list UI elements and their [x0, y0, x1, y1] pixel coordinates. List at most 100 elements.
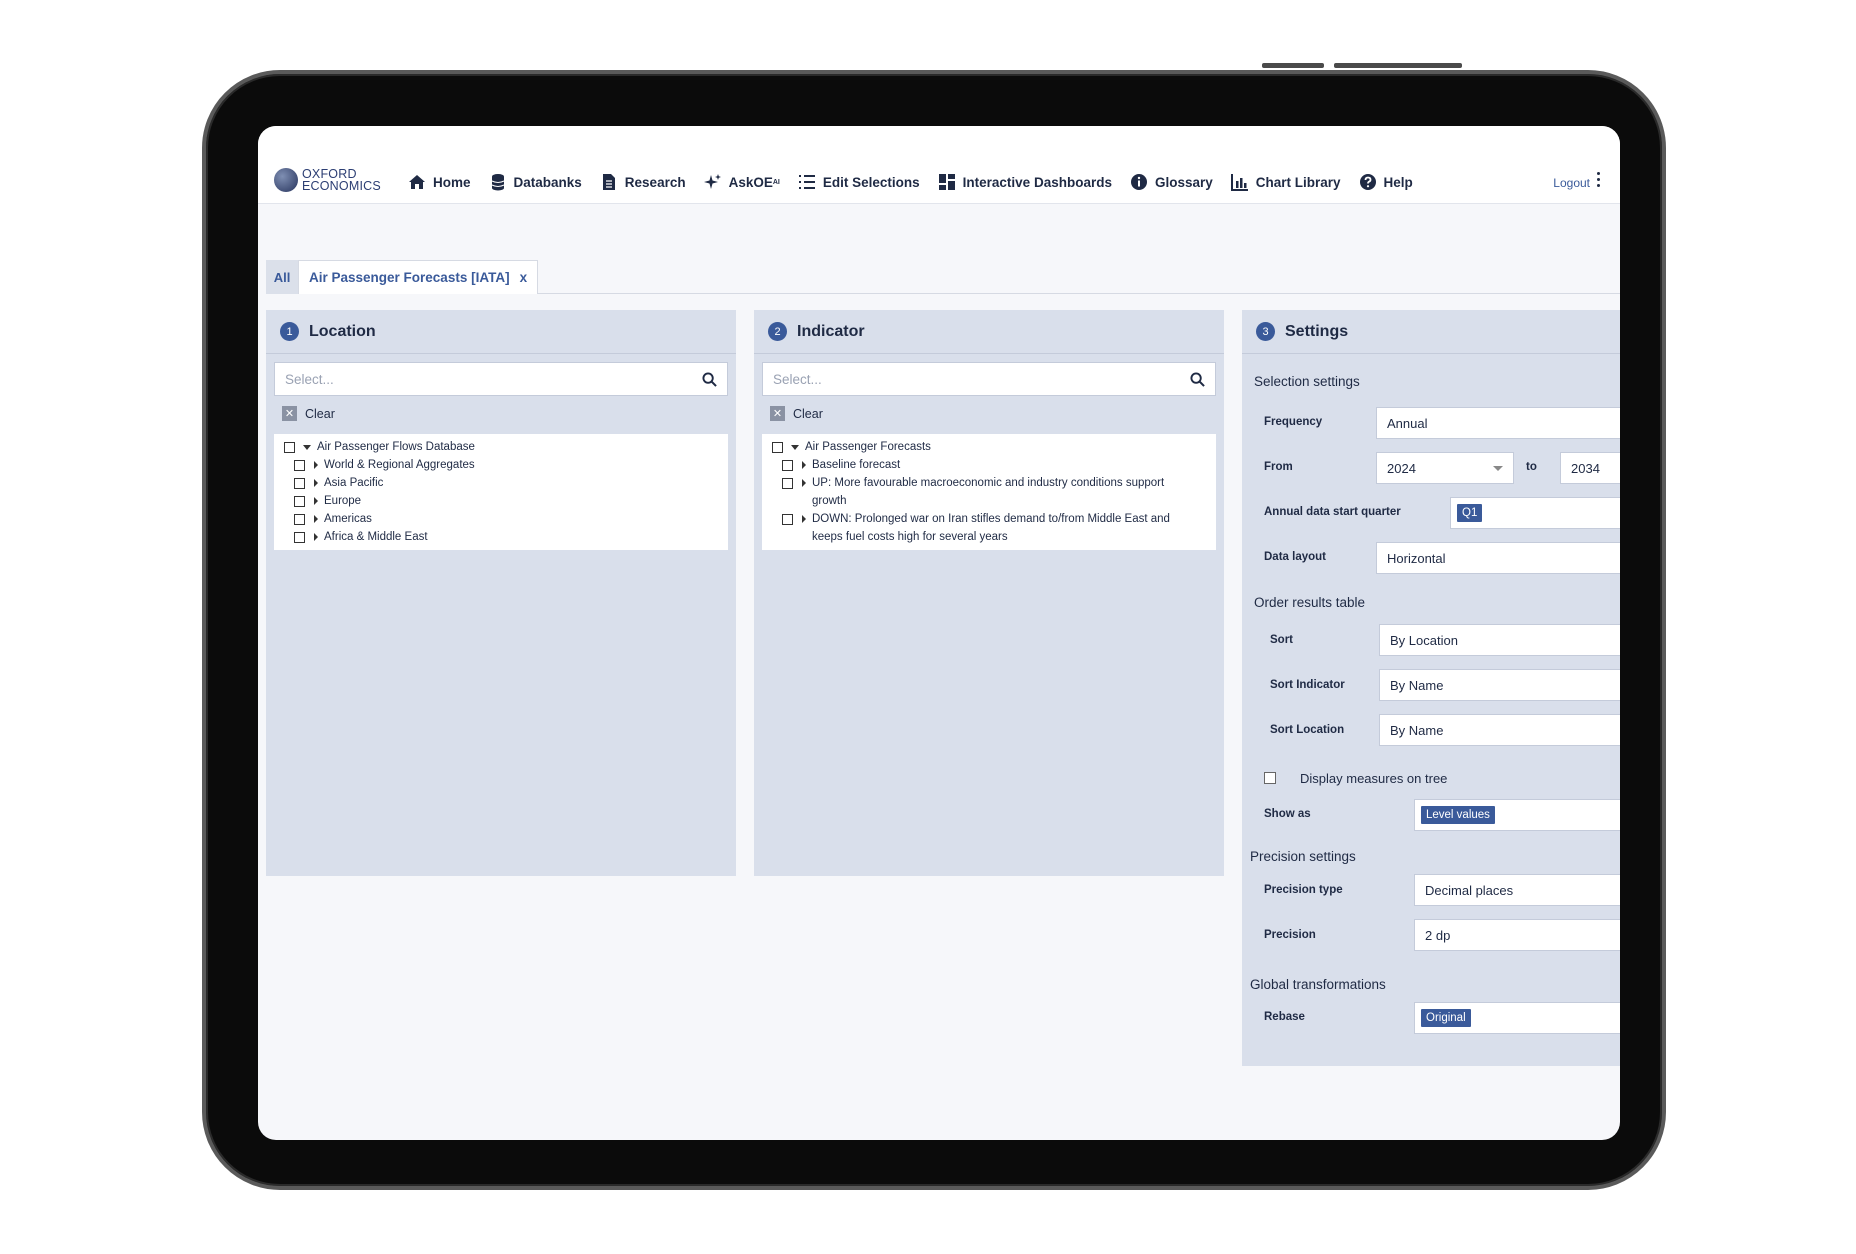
- precision-type-label: Precision type: [1264, 884, 1343, 896]
- show-as-select[interactable]: Level values: [1414, 799, 1620, 831]
- caret-down-icon[interactable]: [791, 445, 799, 450]
- nav-askoe[interactable]: AskOE AI: [703, 173, 780, 191]
- rebase-label: Rebase: [1264, 1011, 1305, 1023]
- data-layout-select[interactable]: Horizontal: [1376, 542, 1620, 574]
- tab-close-icon[interactable]: x: [520, 270, 528, 285]
- location-clear-button[interactable]: ✕ Clear: [282, 406, 335, 421]
- selection-settings-heading: Selection settings: [1254, 374, 1360, 389]
- location-panel-title: Location: [309, 322, 376, 340]
- indicator-search-placeholder: Select...: [773, 371, 822, 387]
- nav-home[interactable]: Home: [408, 173, 471, 191]
- caret-right-icon[interactable]: [314, 479, 318, 487]
- caret-right-icon[interactable]: [314, 497, 318, 505]
- step-number-badge: 1: [280, 322, 299, 341]
- display-measures-checkbox[interactable]: [1264, 772, 1276, 784]
- caret-right-icon[interactable]: [802, 479, 806, 487]
- sort-location-select[interactable]: By Name: [1379, 714, 1620, 746]
- tab-all[interactable]: All: [266, 260, 298, 294]
- nav-research-label: Research: [624, 174, 686, 190]
- caret-down-icon[interactable]: [303, 445, 311, 450]
- frequency-label: Frequency: [1264, 416, 1323, 428]
- caret-right-icon[interactable]: [802, 515, 806, 523]
- nav-home-label: Home: [433, 174, 471, 190]
- tree-item-label: DOWN: Prolonged war on Iran stifles dema…: [812, 513, 1170, 543]
- sparkle-icon: [703, 174, 721, 189]
- indicator-panel-header: 2 Indicator: [754, 310, 1224, 354]
- order-results-heading: Order results table: [1254, 595, 1366, 610]
- oxford-economics-logo[interactable]: OXFORD ECONOMICS: [274, 168, 381, 192]
- tree-item-label: UP: More favourable macroeconomic and in…: [812, 477, 1165, 507]
- tree-checkbox[interactable]: [782, 460, 793, 471]
- quarter-chip[interactable]: Q1: [1457, 504, 1483, 522]
- annual-start-quarter-select[interactable]: Q1: [1450, 497, 1620, 529]
- location-panel: 1 Location Select... ✕ Clear Air Passeng…: [266, 310, 736, 876]
- to-label: to: [1526, 461, 1537, 473]
- to-year-select[interactable]: 2034: [1560, 452, 1620, 484]
- tree-item-label: Africa & Middle East: [324, 531, 428, 543]
- indicator-clear-label: Clear: [793, 406, 823, 421]
- tree-checkbox[interactable]: [294, 460, 305, 471]
- device-power-button: [1334, 63, 1462, 68]
- tree-checkbox[interactable]: [294, 496, 305, 507]
- tree-checkbox[interactable]: [294, 532, 305, 543]
- search-icon[interactable]: [1190, 371, 1205, 387]
- tree-item-label: Air Passenger Flows Database: [317, 441, 475, 453]
- caret-right-icon[interactable]: [314, 515, 318, 523]
- logout-link[interactable]: Logout: [1553, 176, 1590, 190]
- nav-askoe-sup: AI: [772, 178, 780, 186]
- tab-air-passenger-forecasts[interactable]: Air Passenger Forecasts [IATA] x: [298, 260, 539, 294]
- caret-right-icon[interactable]: [314, 533, 318, 541]
- tree-item-up-scenario[interactable]: UP: More favourable macroeconomic and in…: [762, 474, 1216, 510]
- precision-select[interactable]: 2 dp: [1414, 919, 1620, 951]
- tree-item-world-regional-aggregates[interactable]: World & Regional Aggregates: [274, 456, 728, 474]
- tree-checkbox[interactable]: [772, 442, 783, 453]
- location-search-input[interactable]: Select...: [274, 362, 728, 396]
- tree-checkbox[interactable]: [284, 442, 295, 453]
- tree-checkbox[interactable]: [294, 478, 305, 489]
- precision-type-select[interactable]: Decimal places: [1414, 874, 1620, 906]
- tree-item-europe[interactable]: Europe: [274, 492, 728, 510]
- nav-askoe-label: AskOE: [728, 174, 773, 190]
- nav-interactive-dashboards[interactable]: Interactive Dashboards: [938, 173, 1112, 191]
- dashboard-icon: [938, 174, 955, 190]
- nav-glossary[interactable]: Glossary: [1130, 173, 1213, 191]
- tree-item-label: Baseline forecast: [812, 459, 901, 471]
- tree-checkbox[interactable]: [782, 514, 793, 525]
- tree-item-baseline-forecast[interactable]: Baseline forecast: [762, 456, 1216, 474]
- app-screen: OXFORD ECONOMICS Home Databanks Research…: [258, 126, 1620, 1140]
- show-as-chip[interactable]: Level values: [1421, 806, 1495, 824]
- more-menu-icon[interactable]: [1597, 172, 1600, 190]
- nav-chart-library-label: Chart Library: [1255, 174, 1341, 190]
- tree-checkbox[interactable]: [782, 478, 793, 489]
- nav-chart-library[interactable]: Chart Library: [1230, 173, 1341, 191]
- location-panel-header: 1 Location: [266, 310, 736, 354]
- nav-edit-selections[interactable]: Edit Selections: [798, 173, 920, 191]
- nav-help[interactable]: Help: [1359, 173, 1413, 191]
- rebase-select[interactable]: Original: [1414, 1002, 1620, 1034]
- tree-item-air-passenger-forecasts[interactable]: Air Passenger Forecasts: [762, 438, 1216, 456]
- search-icon[interactable]: [702, 371, 717, 387]
- frequency-select[interactable]: Annual: [1376, 407, 1620, 439]
- tree-item-asia-pacific[interactable]: Asia Pacific: [274, 474, 728, 492]
- nav-databanks[interactable]: Databanks: [489, 173, 582, 191]
- close-icon: ✕: [282, 406, 297, 421]
- tree-item-air-passenger-flows-database[interactable]: Air Passenger Flows Database: [274, 438, 728, 456]
- nav-research[interactable]: Research: [600, 173, 686, 191]
- sort-select[interactable]: By Location: [1379, 624, 1620, 656]
- indicator-search-input[interactable]: Select...: [762, 362, 1216, 396]
- caret-right-icon[interactable]: [314, 461, 318, 469]
- nav-edit-selections-label: Edit Selections: [822, 174, 920, 190]
- sort-indicator-select[interactable]: By Name: [1379, 669, 1620, 701]
- indicator-clear-button[interactable]: ✕ Clear: [770, 406, 823, 421]
- tree-item-africa-middle-east[interactable]: Africa & Middle East: [274, 528, 728, 546]
- settings-panel-header: 3 Settings: [1242, 310, 1620, 354]
- tree-checkbox[interactable]: [294, 514, 305, 525]
- tree-item-americas[interactable]: Americas: [274, 510, 728, 528]
- top-navbar: OXFORD ECONOMICS Home Databanks Research…: [258, 126, 1620, 204]
- caret-right-icon[interactable]: [802, 461, 806, 469]
- rebase-chip[interactable]: Original: [1421, 1009, 1471, 1027]
- from-year-select[interactable]: 2024: [1376, 452, 1514, 484]
- database-icon: [491, 174, 504, 191]
- tree-item-down-scenario[interactable]: DOWN: Prolonged war on Iran stifles dema…: [762, 510, 1216, 546]
- sort-label: Sort: [1270, 634, 1293, 646]
